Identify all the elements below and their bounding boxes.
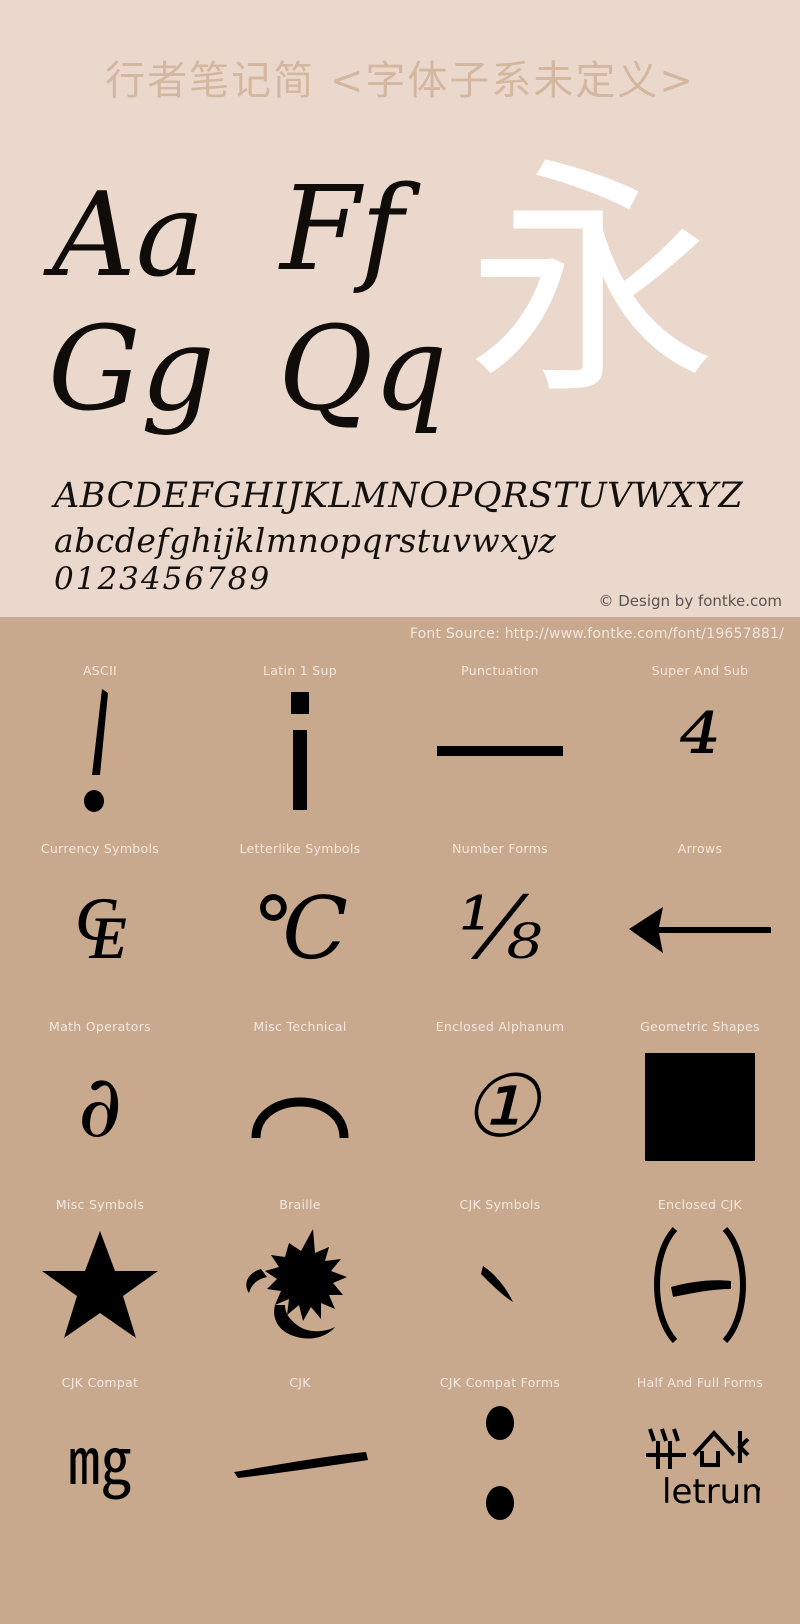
black-star-glyph — [0, 1212, 200, 1358]
font-source-link[interactable]: Font Source: http://www.fontke.com/font/… — [410, 626, 784, 642]
glyph-cell-label: Braille — [279, 1197, 321, 1212]
letter-pair-ff: Ff — [280, 162, 404, 297]
glyph-cell[interactable]: CJK Symbols — [400, 1180, 600, 1358]
glyph-cell[interactable]: CJK — [200, 1358, 400, 1536]
glyph-cell-label: Misc Technical — [253, 1019, 347, 1034]
glyph-cell-label: Math Operators — [49, 1019, 151, 1034]
cjk-one-glyph — [200, 1390, 400, 1536]
unicode-block-grid: ASCII Latin 1 Sup Punctuation Super And Sub… — [0, 646, 800, 1536]
glyph-cell[interactable]: ASCII — [0, 646, 200, 824]
glyph-cell-label: Letterlike Symbols — [239, 841, 361, 856]
svg-text:letrump: letrump — [662, 1472, 760, 1512]
glyph-cell-label: CJK Compat — [61, 1375, 139, 1390]
letrump-logo-glyph: letrump — [600, 1390, 800, 1536]
superscript-four-glyph: ⁴ — [679, 690, 721, 812]
milligram-square-glyph: ㎎ — [68, 1426, 132, 1500]
glyph-cell[interactable]: Misc Symbols — [0, 1180, 200, 1358]
alphabet-uppercase: ABCDEFGHIJKLMNOPQRSTUVWXYZ — [54, 476, 744, 516]
glyph-cell-label: Geometric Shapes — [640, 1019, 760, 1034]
glyph-grid-panel: Font Source: http://www.fontke.com/font/… — [0, 617, 800, 1624]
partial-differential-glyph: ∂ — [77, 1057, 123, 1157]
glyph-cell-label: Latin 1 Sup — [263, 663, 337, 678]
glyph-cell[interactable]: Latin 1 Sup — [200, 646, 400, 824]
page-title: 行者笔记简 <字体子系未定义> — [105, 58, 695, 104]
glyph-cell-label: Half And Full Forms — [636, 1375, 764, 1390]
glyph-cell[interactable]: Half And Full Forms letrump — [600, 1358, 800, 1536]
dragon-silhouette-glyph — [200, 1212, 400, 1358]
glyph-cell-label: ASCII — [82, 663, 118, 678]
letter-pair-qq: Qq — [278, 302, 448, 437]
exclamation-glyph — [0, 678, 200, 824]
glyph-cell[interactable]: Currency Symbols ₠ — [0, 824, 200, 1002]
alphabet-lowercase: abcdefghijklmnopqrstuvwxyz — [54, 521, 557, 560]
glyph-cell-label: Punctuation — [461, 663, 539, 678]
left-arrow-glyph — [600, 856, 800, 1002]
glyph-cell-label: Number Forms — [452, 841, 548, 856]
glyph-cell[interactable]: Math Operators ∂ — [0, 1002, 200, 1180]
glyph-cell-label: Enclosed CJK — [657, 1197, 743, 1212]
vertical-two-dot-leader-glyph — [400, 1390, 600, 1536]
digits-row: 0123456789 — [54, 561, 272, 597]
em-dash-glyph — [400, 678, 600, 824]
glyph-cell[interactable]: Enclosed CJK — [600, 1180, 800, 1358]
arc-glyph — [200, 1034, 400, 1180]
glyph-cell[interactable]: Braille — [200, 1180, 400, 1358]
glyph-cell-label: Arrows — [677, 841, 723, 856]
glyph-cell[interactable]: CJK Compat ㎎ — [0, 1358, 200, 1536]
glyph-cell-label: CJK Compat Forms — [439, 1375, 561, 1390]
specimen-panel: 行者笔记简 <字体子系未定义> Aa Ff Gg Qq 永 ABCDEFGHIJ… — [0, 0, 800, 617]
glyph-cell[interactable]: Punctuation — [400, 646, 600, 824]
glyph-cell-label: Enclosed Alphanum — [435, 1019, 565, 1034]
one-eighth-fraction-glyph: ⅛ — [458, 879, 542, 979]
filled-square-glyph — [600, 1034, 800, 1180]
glyph-cell[interactable]: Super And Sub ⁴ — [600, 646, 800, 824]
glyph-cell-label: CJK — [289, 1375, 311, 1390]
circled-one-glyph: ① — [461, 1057, 539, 1157]
glyph-cell[interactable]: Number Forms ⅛ — [400, 824, 600, 1002]
glyph-cell[interactable]: Arrows — [600, 824, 800, 1002]
parenthesized-one-glyph — [600, 1212, 800, 1358]
ideographic-comma-glyph — [400, 1212, 600, 1358]
glyph-cell[interactable]: Misc Technical — [200, 1002, 400, 1180]
glyph-cell[interactable]: Geometric Shapes — [600, 1002, 800, 1180]
inverted-exclamation-glyph — [200, 678, 400, 824]
degree-celsius-glyph: ℃ — [251, 879, 349, 979]
glyph-cell[interactable]: Letterlike Symbols ℃ — [200, 824, 400, 1002]
euro-currency-sign-glyph: ₠ — [73, 879, 127, 979]
glyph-cell[interactable]: Enclosed Alphanum ① — [400, 1002, 600, 1180]
glyph-cell-label: CJK Symbols — [459, 1197, 541, 1212]
glyph-cell-label: Currency Symbols — [40, 841, 160, 856]
glyph-cell-label: Super And Sub — [651, 663, 749, 678]
copyright-notice: © Design by fontke.com — [598, 592, 782, 610]
letter-pair-gg: Gg — [48, 302, 215, 437]
glyph-cell-label: Misc Symbols — [55, 1197, 145, 1212]
glyph-cell[interactable]: CJK Compat Forms — [400, 1358, 600, 1536]
letter-pair-aa: Aa — [52, 168, 205, 303]
hero-glyph-yong: 永 — [467, 137, 717, 428]
